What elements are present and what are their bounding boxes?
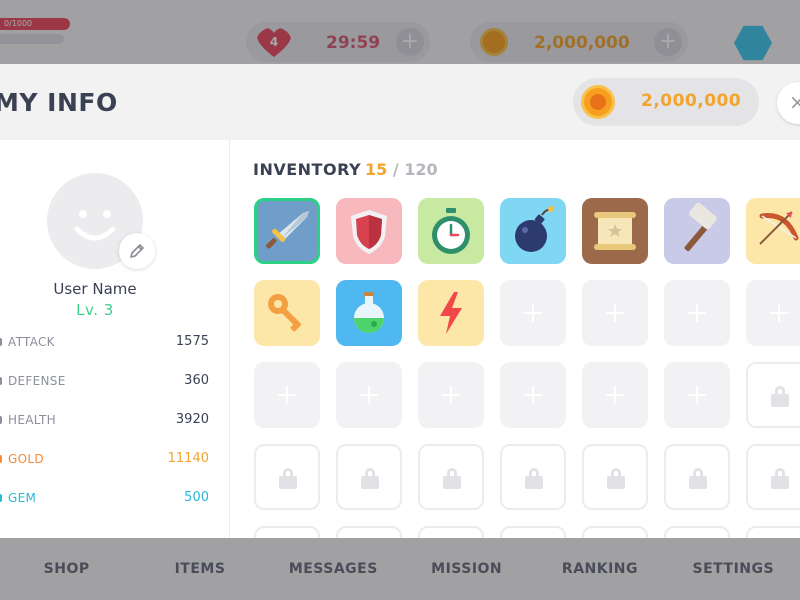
close-button[interactable]: × — [777, 82, 800, 124]
inventory-count-max: 120 — [404, 160, 438, 179]
lock-icon — [689, 468, 707, 489]
profile-panel: User Name Lv. 3 ATTACK 1575 DEFENSE 360 … — [0, 140, 230, 538]
potion-icon — [354, 292, 384, 333]
stat-label: GOLD — [8, 452, 44, 466]
stat-bullet — [0, 455, 2, 463]
stat-row-gold: GOLD 11140 — [0, 449, 212, 469]
inventory-slot-scroll[interactable] — [582, 198, 648, 264]
inventory-slot-empty[interactable] — [418, 362, 484, 428]
stat-value: 3920 — [175, 412, 209, 427]
inventory-slot-locked[interactable] — [254, 444, 320, 510]
inventory-slot-locked[interactable] — [746, 362, 800, 428]
inventory-slot-locked[interactable] — [582, 526, 648, 538]
inventory-slot-lightning[interactable] — [418, 280, 484, 346]
stat-row-defense: DEFENSE 360 — [0, 371, 212, 391]
inventory-slot-locked[interactable] — [664, 444, 730, 510]
inventory-count: 15 / 120 — [365, 160, 438, 179]
my-info-modal: MY INFO 2,000,000 × User Name Lv. 3 ATTA… — [0, 64, 800, 538]
stat-bullet — [0, 494, 2, 502]
stat-bullet — [0, 338, 2, 346]
stat-bullet — [0, 377, 2, 385]
inventory-slot-empty[interactable] — [664, 280, 730, 346]
stat-label: DEFENSE — [8, 374, 66, 388]
inventory-slot-locked[interactable] — [500, 444, 566, 510]
modal-header: MY INFO 2,000,000 × — [0, 64, 800, 140]
inventory-slot-locked[interactable] — [500, 526, 566, 538]
coin-icon — [581, 85, 615, 119]
inventory-count-current: 15 — [365, 160, 388, 179]
inventory-slot-empty[interactable] — [582, 280, 648, 346]
inventory-slot-empty[interactable] — [500, 280, 566, 346]
stat-row-attack: ATTACK 1575 — [0, 332, 212, 352]
lock-icon — [279, 468, 297, 489]
inventory-slot-locked[interactable] — [746, 444, 800, 510]
inventory-slot-empty[interactable] — [582, 362, 648, 428]
inventory-slot-bomb[interactable] — [500, 198, 566, 264]
lock-icon — [361, 468, 379, 489]
modal-title: MY INFO — [0, 88, 118, 117]
lock-icon — [443, 468, 461, 489]
inventory-slot-empty[interactable] — [500, 362, 566, 428]
stat-value: 11140 — [167, 451, 209, 466]
stopwatch-icon — [432, 208, 470, 254]
stat-value: 1575 — [175, 334, 209, 349]
inventory-slot-stopwatch[interactable] — [418, 198, 484, 264]
stat-label: GEM — [8, 491, 37, 505]
inventory-slot-sword[interactable] — [254, 198, 320, 264]
pencil-icon — [130, 244, 144, 258]
inventory-slot-locked[interactable] — [664, 526, 730, 538]
stat-row-health: HEALTH 3920 — [0, 410, 212, 430]
inventory-slot-locked[interactable] — [254, 526, 320, 538]
stat-label: HEALTH — [8, 413, 57, 427]
inventory-slot-key[interactable] — [254, 280, 320, 346]
inventory-slot-empty[interactable] — [254, 362, 320, 428]
inventory-slot-empty[interactable] — [664, 362, 730, 428]
inventory-slot-empty[interactable] — [746, 280, 800, 346]
stat-value: 500 — [184, 490, 209, 505]
inventory-slot-locked[interactable] — [418, 526, 484, 538]
inventory-slot-hammer[interactable] — [664, 198, 730, 264]
inventory-slot-locked[interactable] — [746, 526, 800, 538]
inventory-slot-locked[interactable] — [582, 444, 648, 510]
inventory-slot-empty[interactable] — [336, 362, 402, 428]
stat-bullet — [0, 416, 2, 424]
lock-icon — [607, 468, 625, 489]
username: User Name — [53, 280, 137, 298]
bow-icon — [759, 211, 799, 245]
stat-row-gem: GEM 500 — [0, 488, 212, 508]
bomb-icon — [515, 206, 554, 252]
hammer-icon — [684, 202, 717, 252]
stat-label: ATTACK — [8, 335, 55, 349]
inventory-slot-locked[interactable] — [418, 444, 484, 510]
sword-icon — [266, 211, 309, 249]
inventory-slot-shield[interactable] — [336, 198, 402, 264]
user-level: Lv. 3 — [76, 301, 114, 319]
inventory-title: INVENTORY — [253, 160, 362, 179]
stat-value: 360 — [184, 373, 209, 388]
inventory-slot-bow[interactable] — [746, 198, 800, 264]
coin-balance: 2,000,000 — [573, 78, 759, 126]
lightning-icon — [440, 292, 462, 334]
scroll-icon — [594, 212, 636, 250]
lock-icon — [525, 468, 543, 489]
inventory-slot-potion[interactable] — [336, 280, 402, 346]
inventory-count-separator: / — [392, 160, 399, 179]
key-icon — [268, 294, 301, 332]
edit-avatar-button[interactable] — [119, 233, 155, 269]
lock-icon — [771, 468, 789, 489]
coin-balance-text: 2,000,000 — [641, 91, 742, 111]
lock-icon — [771, 386, 789, 407]
inventory-slot-locked[interactable] — [336, 444, 402, 510]
inventory-slot-locked[interactable] — [336, 526, 402, 538]
shield-icon — [351, 210, 387, 254]
